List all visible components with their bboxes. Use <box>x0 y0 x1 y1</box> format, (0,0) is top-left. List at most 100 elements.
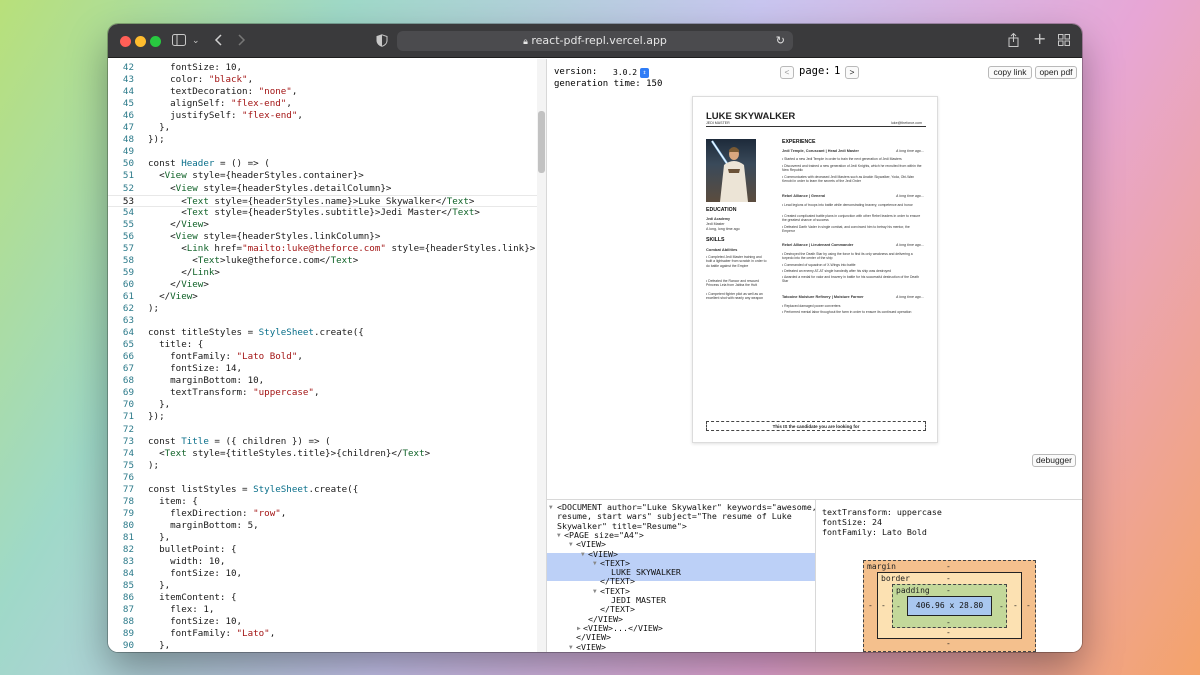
code-line[interactable]: 50 const Header = () => ( <box>108 158 538 170</box>
tree-node[interactable]: LUKE SKYWALKER <box>547 567 815 577</box>
code-line[interactable]: 88 fontSize: 10, <box>108 616 538 628</box>
code-line[interactable]: 47 }, <box>108 122 538 134</box>
privacy-shield-icon[interactable] <box>376 34 388 51</box>
expand-triangle-icon[interactable]: ▼ <box>581 550 585 559</box>
open-pdf-button[interactable]: open pdf <box>1035 66 1077 79</box>
chevron-down-icon[interactable]: ⌄ <box>192 34 200 48</box>
code-line[interactable]: 42 fontSize: 10, <box>108 62 538 74</box>
code-line[interactable]: 59 </Link> <box>108 267 538 279</box>
code-text: <Text style={headerStyles.subtitle}>Jedi… <box>148 206 480 218</box>
debugger-button[interactable]: debugger <box>1032 454 1076 467</box>
zoom-window-button[interactable] <box>150 36 161 47</box>
tree-node-text: <VIEW> <box>576 539 606 550</box>
code-line[interactable]: 82 bulletPoint: { <box>108 544 538 556</box>
line-number: 79 <box>122 507 134 519</box>
prev-page-button[interactable]: < <box>780 66 794 79</box>
code-line[interactable]: 71}); <box>108 411 538 423</box>
code-line[interactable]: 55 </View> <box>108 219 538 231</box>
code-text: <View style={headerStyles.container}> <box>148 170 364 182</box>
code-line[interactable]: 61 </View> <box>108 291 538 303</box>
next-page-button[interactable]: > <box>845 66 859 79</box>
reload-icon[interactable]: ↻ <box>776 31 785 51</box>
code-line[interactable]: 51 <View style={headerStyles.container}> <box>108 170 538 182</box>
code-line[interactable]: 44 textDecoration: "none", <box>108 86 538 98</box>
code-line[interactable]: 83 width: 10, <box>108 556 538 568</box>
copy-link-button[interactable]: copy link <box>988 66 1032 79</box>
code-line[interactable]: 68 marginBottom: 10, <box>108 375 538 387</box>
code-line[interactable]: 81 }, <box>108 532 538 544</box>
code-line[interactable]: 45 alignSelf: "flex-end", <box>108 98 538 110</box>
code-line[interactable]: 64 const titleStyles = StyleSheet.create(… <box>108 327 538 339</box>
code-line[interactable]: 49 <box>108 146 538 158</box>
code-line[interactable]: 80 marginBottom: 5, <box>108 520 538 532</box>
expand-triangle-icon[interactable]: ▼ <box>593 587 597 596</box>
close-window-button[interactable] <box>120 36 131 47</box>
code-line[interactable]: 66 fontFamily: "Lato Bold", <box>108 351 538 363</box>
tree-node[interactable]: ▼ <TEXT> <box>547 558 815 568</box>
code-line[interactable]: 54 <Text style={headerStyles.subtitle}>J… <box>108 207 538 219</box>
browser-window: ⌄ 🔒︎ react-pdf-repl.vercel.app ↻ + 42 fo… <box>108 24 1082 652</box>
code-line[interactable]: 74 <Text style={titleStyles.title}>{chil… <box>108 448 538 460</box>
code-line[interactable]: 43 color: "black", <box>108 74 538 86</box>
code-line[interactable]: 67 fontSize: 14, <box>108 363 538 375</box>
lock-icon: 🔒︎ <box>523 37 528 47</box>
tree-node[interactable]: </TEXT> <box>547 577 815 586</box>
expand-triangle-icon[interactable]: ▼ <box>569 540 573 549</box>
editor-scrollbar-thumb[interactable] <box>538 111 545 173</box>
back-icon[interactable] <box>214 34 222 50</box>
code-line[interactable]: 53 <Text style={headerStyles.name}>Luke … <box>108 194 538 207</box>
code-line[interactable]: 46 justifySelf: "flex-end", <box>108 110 538 122</box>
code-line[interactable]: 86 itemContent: { <box>108 592 538 604</box>
code-line[interactable]: 87 flex: 1, <box>108 604 538 616</box>
expand-triangle-icon[interactable]: ▼ <box>549 503 553 512</box>
code-line[interactable]: 69 textTransform: "uppercase", <box>108 387 538 399</box>
tree-node[interactable]: ▼ <TEXT> <box>547 586 815 596</box>
code-line[interactable]: 65 title: { <box>108 339 538 351</box>
code-line[interactable]: 75); <box>108 460 538 472</box>
code-line[interactable]: 48}); <box>108 134 538 146</box>
code-line[interactable]: 85 }, <box>108 580 538 592</box>
tree-node[interactable]: ▼ <VIEW> <box>547 539 815 550</box>
line-number: 52 <box>122 182 134 194</box>
code-line[interactable]: 58 <Text>luke@theforce.com</Text> <box>108 255 538 267</box>
code-line[interactable]: 84 fontSize: 10, <box>108 568 538 580</box>
code-editor[interactable]: 42 fontSize: 10, 43 color: "black", 44 tex… <box>108 59 546 652</box>
code-line[interactable]: 52 <View style={headerStyles.detailColum… <box>108 183 538 195</box>
code-line[interactable]: 89 fontFamily: "Lato", <box>108 628 538 640</box>
tree-node[interactable]: </VIEW> <box>547 632 815 642</box>
forward-icon[interactable] <box>238 34 246 50</box>
code-line[interactable]: 57 <Link href="mailto:luke@theforce.com"… <box>108 243 538 255</box>
border-top-value: - <box>946 574 951 583</box>
tree-node[interactable]: ▼ <VIEW> <box>547 549 815 559</box>
code-line[interactable]: 72 <box>108 424 538 436</box>
code-line[interactable]: 73 const Title = ({ children }) => ( <box>108 436 538 448</box>
pdf-page: LUKE SKYWALKER JEDI MASTER luke@theforce… <box>692 96 938 443</box>
code-line[interactable]: 62); <box>108 303 538 315</box>
address-bar[interactable]: 🔒︎ react-pdf-repl.vercel.app ↻ <box>397 31 793 51</box>
node-tree[interactable]: ▼ <DOCUMENT author="Luke Skywalker" keywo… <box>547 500 815 652</box>
code-line[interactable]: 79 flexDirection: "row", <box>108 508 538 520</box>
code-line[interactable]: 77 const listStyles = StyleSheet.create({ <box>108 484 538 496</box>
minimize-window-button[interactable] <box>135 36 146 47</box>
code-line[interactable]: 63 <box>108 315 538 327</box>
new-tab-icon[interactable]: + <box>1033 31 1046 47</box>
tree-node[interactable]: JEDI MASTER <box>547 595 815 605</box>
code-line[interactable]: 90 }, <box>108 640 538 652</box>
code-text: <Text style={titleStyles.title}>{childre… <box>148 447 431 459</box>
code-line[interactable]: 78 item: { <box>108 496 538 508</box>
share-icon[interactable] <box>1008 32 1019 51</box>
sidebar-icon[interactable] <box>172 34 186 50</box>
style-prop: fontSize: 24 <box>822 517 882 527</box>
expand-triangle-icon[interactable]: ▼ <box>557 531 561 540</box>
code-line[interactable]: 70 }, <box>108 399 538 411</box>
code-line[interactable]: 76 <box>108 472 538 484</box>
code-line[interactable]: 60 </View> <box>108 279 538 291</box>
expand-triangle-icon[interactable]: ▼ <box>569 643 573 652</box>
job-title: Jedi Temple, Coruscant | Head Jedi Maste… <box>782 149 859 153</box>
line-number: 90 <box>122 640 134 652</box>
version-select[interactable]: 3.0.2 ⇕ <box>613 67 649 79</box>
code-text: fontSize: 10, <box>148 568 243 580</box>
code-line[interactable]: 56 <View style={headerStyles.linkColumn}… <box>108 231 538 243</box>
tab-overview-icon[interactable] <box>1058 34 1070 50</box>
expand-triangle-icon[interactable]: ▼ <box>593 559 597 568</box>
